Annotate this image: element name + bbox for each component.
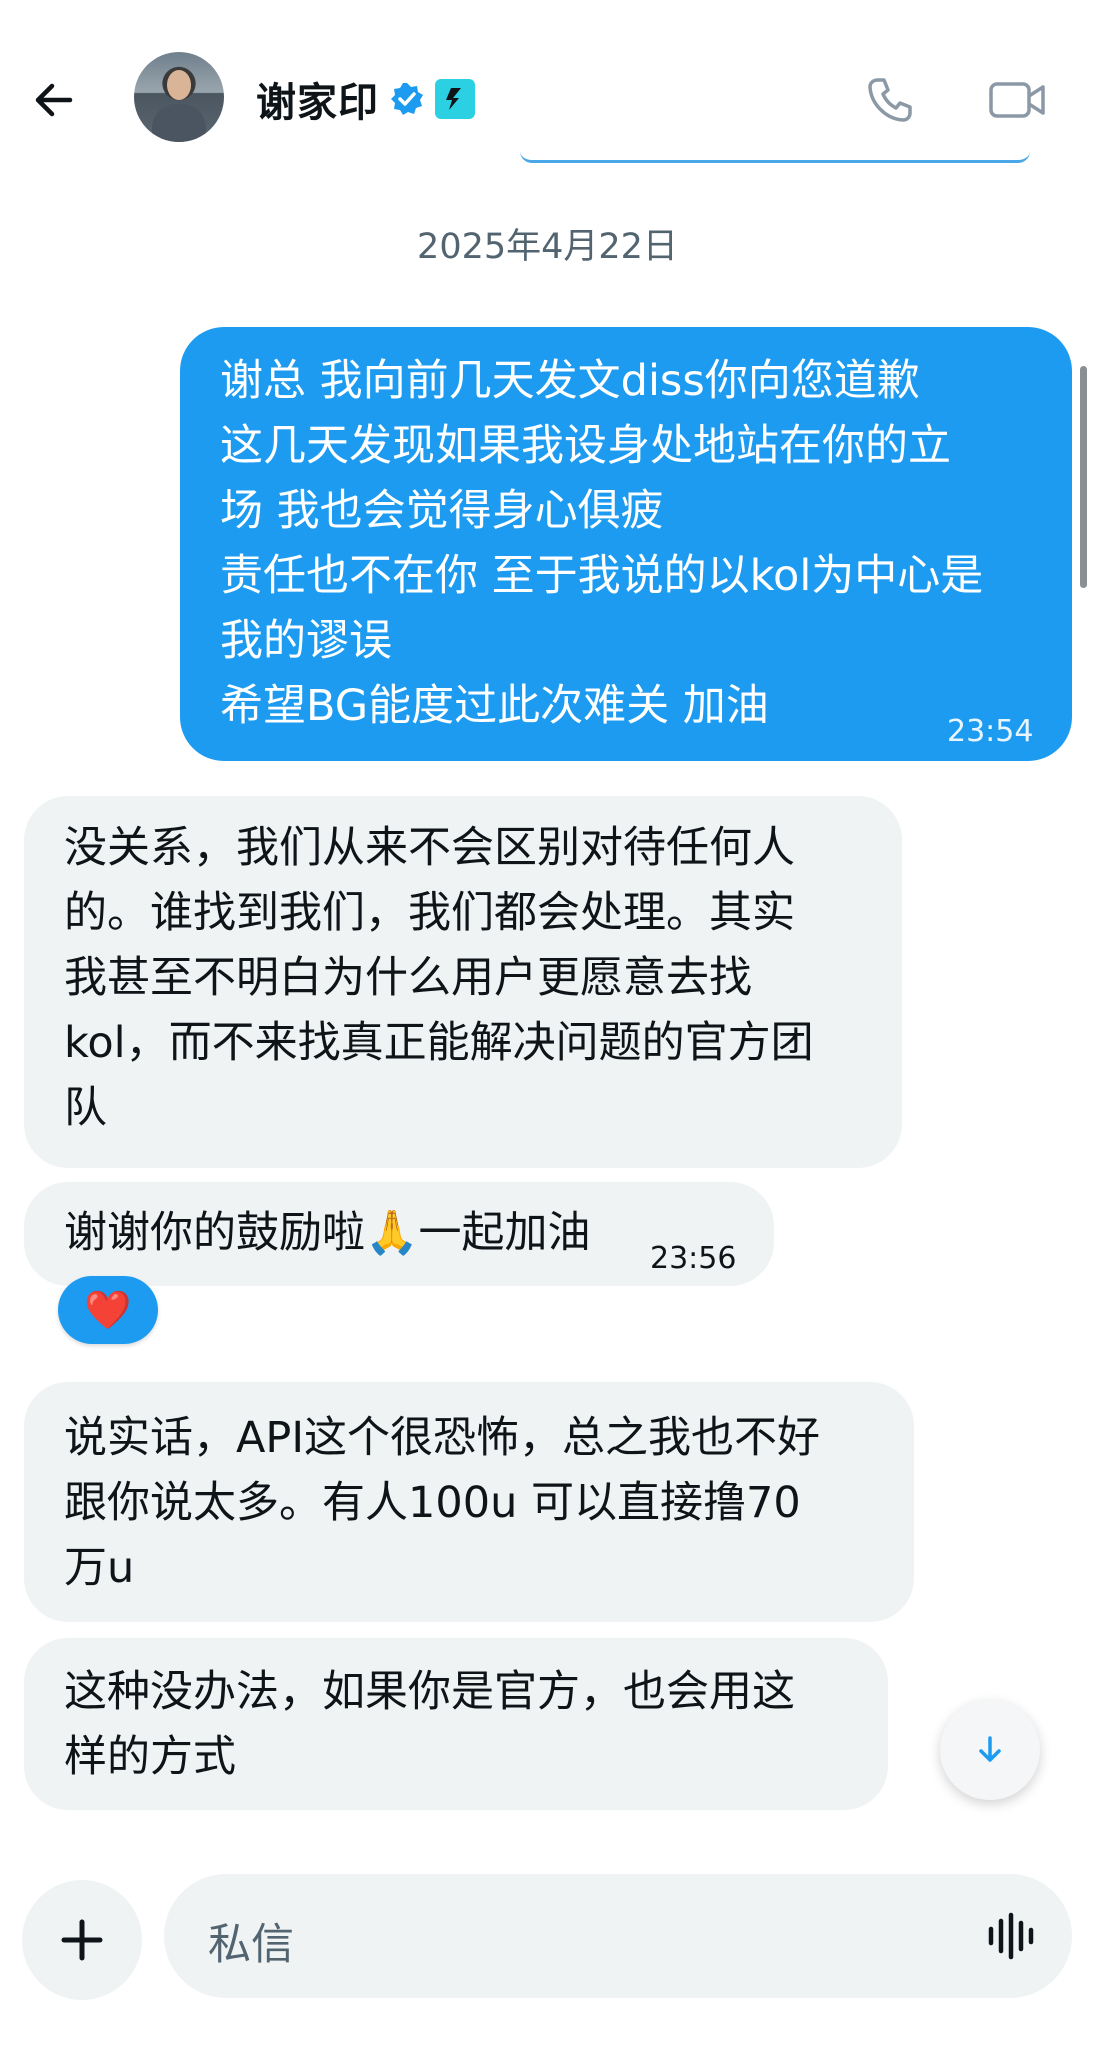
message-text: 谢谢你的鼓励啦 bbox=[64, 1208, 365, 1258]
message-line: 责任也不在你 至于我说的以kol为中心是 bbox=[220, 551, 984, 601]
contact-name-row[interactable]: 谢家印 bbox=[256, 70, 475, 128]
video-camera-icon bbox=[989, 82, 1045, 118]
message-line: 场 我也会觉得身心俱疲 bbox=[220, 486, 664, 536]
date-separator: 2025年4月22日 bbox=[417, 227, 678, 267]
message-line: 我的谬误 bbox=[220, 616, 392, 666]
message-line: 样的方式 bbox=[64, 1732, 236, 1782]
arrow-down-icon bbox=[979, 1736, 1001, 1762]
voice-waveform-icon bbox=[988, 1912, 1034, 1960]
previous-message-edge bbox=[520, 150, 1030, 163]
heart-reaction[interactable]: ❤️ bbox=[58, 1276, 158, 1344]
received-message-bubble[interactable]: 谢谢你的鼓励啦🙏一起加油 23:56 bbox=[24, 1182, 774, 1286]
phone-call-button[interactable] bbox=[858, 68, 922, 132]
avatar[interactable] bbox=[134, 52, 224, 142]
message-line: 这种没办法，如果你是官方，也会用这 bbox=[64, 1667, 795, 1717]
received-message-bubble[interactable]: 说实话，API这个很恐怖，总之我也不好 跟你说太多。有人100u 可以直接撸70… bbox=[24, 1382, 914, 1622]
message-timestamp: 23:56 bbox=[650, 1241, 737, 1276]
sent-message-bubble[interactable]: 谢总 我向前几天发文diss你向您道歉 这几天发现如果我设身处地站在你的立 场 … bbox=[180, 327, 1072, 761]
bitget-logo-icon bbox=[435, 79, 475, 119]
voice-message-button[interactable] bbox=[980, 1904, 1044, 1968]
scrollbar[interactable] bbox=[1080, 366, 1087, 588]
message-line: 希望BG能度过此次难关 加油 bbox=[220, 681, 769, 731]
heart-emoji: ❤️ bbox=[84, 1288, 132, 1332]
message-line: 的。谁找到我们，我们都会处理。其实 bbox=[64, 888, 795, 938]
conversation-header: 谢家印 bbox=[0, 0, 1095, 163]
plus-icon bbox=[61, 1919, 103, 1961]
message-input-placeholder: 私信 bbox=[208, 1920, 294, 1970]
message-line: kol，而不来找真正能解决问题的官方团 bbox=[64, 1018, 814, 1068]
message-line: 这几天发现如果我设身处地站在你的立 bbox=[220, 421, 951, 471]
add-attachment-button[interactable] bbox=[22, 1880, 142, 2000]
message-line: 我甚至不明白为什么用户更愿意去找 bbox=[64, 953, 752, 1003]
message-text: 一起加油 bbox=[418, 1208, 591, 1258]
received-message-bubble[interactable]: 这种没办法，如果你是官方，也会用这 样的方式 bbox=[24, 1638, 888, 1810]
phone-icon bbox=[868, 78, 912, 122]
folded-hands-emoji: 🙏 bbox=[365, 1208, 419, 1258]
message-line: 没关系，我们从来不会区别对待任何人 bbox=[64, 823, 795, 873]
message-line: 谢总 我向前几天发文diss你向您道歉 bbox=[220, 356, 920, 406]
message-line: 说实话，API这个很恐怖，总之我也不好 bbox=[64, 1413, 821, 1463]
arrow-left-icon bbox=[35, 83, 73, 117]
message-line: 跟你说太多。有人100u 可以直接撸70 bbox=[64, 1478, 801, 1528]
verified-badge-icon bbox=[391, 83, 423, 115]
received-message-bubble[interactable]: 没关系，我们从来不会区别对待任何人 的。谁找到我们，我们都会处理。其实 我甚至不… bbox=[24, 796, 902, 1168]
message-input[interactable]: 私信 bbox=[164, 1874, 1072, 1998]
message-timestamp: 23:54 bbox=[947, 714, 1034, 749]
video-call-button[interactable] bbox=[982, 68, 1054, 132]
contact-name: 谢家印 bbox=[256, 80, 379, 126]
message-line: 队 bbox=[64, 1083, 107, 1133]
scroll-to-bottom-button[interactable] bbox=[940, 1700, 1040, 1800]
back-button[interactable] bbox=[24, 70, 84, 130]
message-line: 万u bbox=[64, 1543, 135, 1593]
